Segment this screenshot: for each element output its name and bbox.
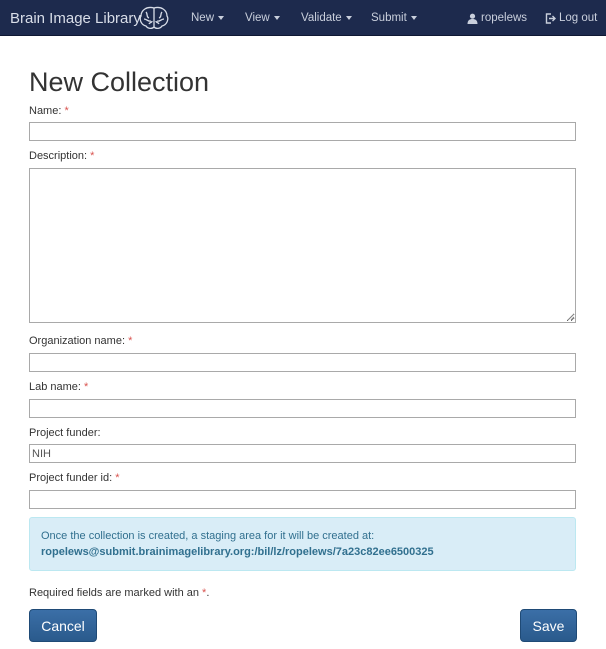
note-end: . bbox=[206, 587, 210, 599]
note-text: Required fields are marked with an bbox=[29, 587, 203, 599]
required-marker: * bbox=[84, 381, 89, 393]
nav-menu-label: View bbox=[245, 12, 270, 24]
label-text: Lab name: bbox=[29, 381, 81, 393]
nav-menu-submit[interactable]: Submit bbox=[371, 0, 417, 36]
user-icon bbox=[467, 13, 478, 24]
save-button[interactable]: Save bbox=[520, 609, 577, 642]
staging-area-info: Once the collection is created, a stagin… bbox=[29, 517, 576, 571]
required-marker: * bbox=[115, 472, 120, 484]
required-marker: * bbox=[128, 335, 133, 347]
organization-name-label: Organization name: * bbox=[29, 335, 132, 347]
project-funder-input[interactable] bbox=[29, 444, 576, 463]
nav-menu-validate[interactable]: Validate bbox=[301, 0, 352, 36]
project-funder-label: Project funder: bbox=[29, 427, 101, 439]
label-text: Organization name: bbox=[29, 335, 125, 347]
logout-link[interactable]: Log out bbox=[545, 0, 597, 36]
page-title: New Collection bbox=[29, 67, 210, 97]
caret-down-icon bbox=[345, 16, 352, 20]
nav-user-link[interactable]: ropelews bbox=[467, 0, 527, 36]
nav-menu-label: Submit bbox=[371, 12, 407, 24]
staging-path: ropelews@submit.brainimagelibrary.org:/b… bbox=[41, 546, 434, 558]
user-name: ropelews bbox=[481, 12, 528, 24]
lab-name-input[interactable] bbox=[29, 399, 576, 418]
caret-down-icon bbox=[273, 16, 280, 20]
name-label: Name: * bbox=[29, 105, 69, 117]
label-text: Project funder id: bbox=[29, 472, 113, 484]
logout-label: Log out bbox=[559, 12, 598, 24]
description-label: Description: * bbox=[29, 150, 94, 162]
required-marker: * bbox=[64, 105, 69, 117]
caret-down-icon bbox=[218, 16, 225, 20]
nav-menu-label: Validate bbox=[301, 12, 342, 24]
required-marker: * bbox=[90, 150, 95, 162]
info-message: Once the collection is created, a stagin… bbox=[41, 530, 375, 542]
organization-name-input[interactable] bbox=[29, 353, 576, 372]
project-funder-id-label: Project funder id: * bbox=[29, 472, 120, 484]
brain-icon[interactable] bbox=[138, 5, 170, 31]
nav-menu-view[interactable]: View bbox=[245, 0, 280, 36]
caret-down-icon bbox=[410, 16, 417, 20]
brand-link[interactable]: Brain Image Library bbox=[10, 0, 141, 36]
required-fields-note: Required fields are marked with an *. bbox=[29, 587, 209, 599]
nav-menu-label: New bbox=[191, 12, 215, 24]
label-text: Description: bbox=[29, 150, 88, 162]
description-textarea[interactable] bbox=[29, 168, 576, 323]
label-text: Project funder: bbox=[29, 427, 101, 439]
nav-menu-new[interactable]: New bbox=[191, 0, 225, 36]
name-input[interactable] bbox=[29, 122, 576, 141]
lab-name-label: Lab name: * bbox=[29, 381, 88, 393]
navbar: Brain Image Library New View Validate Su… bbox=[0, 0, 606, 36]
project-funder-id-input[interactable] bbox=[29, 490, 576, 509]
brand-name: Brain Image Library bbox=[10, 9, 141, 27]
cancel-button[interactable]: Cancel bbox=[29, 609, 97, 642]
label-text: Name: bbox=[29, 105, 62, 117]
logout-icon bbox=[545, 12, 556, 24]
